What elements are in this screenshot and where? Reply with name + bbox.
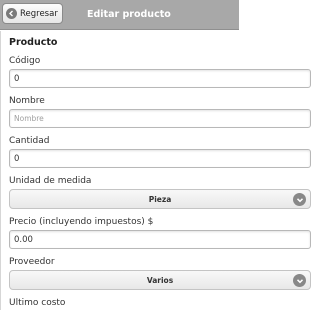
arrow-left-icon (6, 8, 17, 19)
proveedor-selected: Varios (146, 275, 174, 285)
codigo-value: 0 (14, 73, 20, 84)
unidad-selected: Pieza (148, 194, 172, 204)
chevron-down-icon (293, 274, 306, 287)
cantidad-label: Cantidad (9, 136, 50, 146)
precio-input[interactable]: 0.00 (9, 230, 311, 249)
back-button[interactable]: Regresar (2, 3, 63, 24)
ultimo-costo-label: Ultimo costo (9, 298, 66, 308)
codigo-input[interactable]: 0 (9, 69, 311, 88)
cantidad-input[interactable]: 0 (9, 149, 311, 168)
cantidad-value: 0 (14, 153, 20, 164)
header-bar: Regresar Editar producto (0, 0, 239, 30)
precio-label: Precio (incluyendo impuestos) $ (9, 217, 154, 227)
chevron-down-icon (293, 193, 306, 206)
back-button-label: Regresar (20, 8, 58, 19)
nombre-placeholder: Nombre (14, 114, 44, 123)
section-title: Producto (9, 37, 58, 48)
nombre-label: Nombre (9, 96, 45, 106)
unidad-select[interactable]: Pieza (9, 189, 311, 209)
proveedor-select[interactable]: Varios (9, 270, 311, 290)
precio-value: 0.00 (14, 234, 33, 245)
codigo-label: Código (9, 56, 41, 66)
proveedor-label: Proveedor (9, 257, 55, 267)
nombre-input[interactable]: Nombre (9, 109, 311, 128)
unidad-label: Unidad de medida (9, 176, 92, 186)
page-title: Editar producto (87, 9, 171, 20)
form-content: Producto Código 0 Nombre Nombre Cantidad… (0, 31, 320, 310)
